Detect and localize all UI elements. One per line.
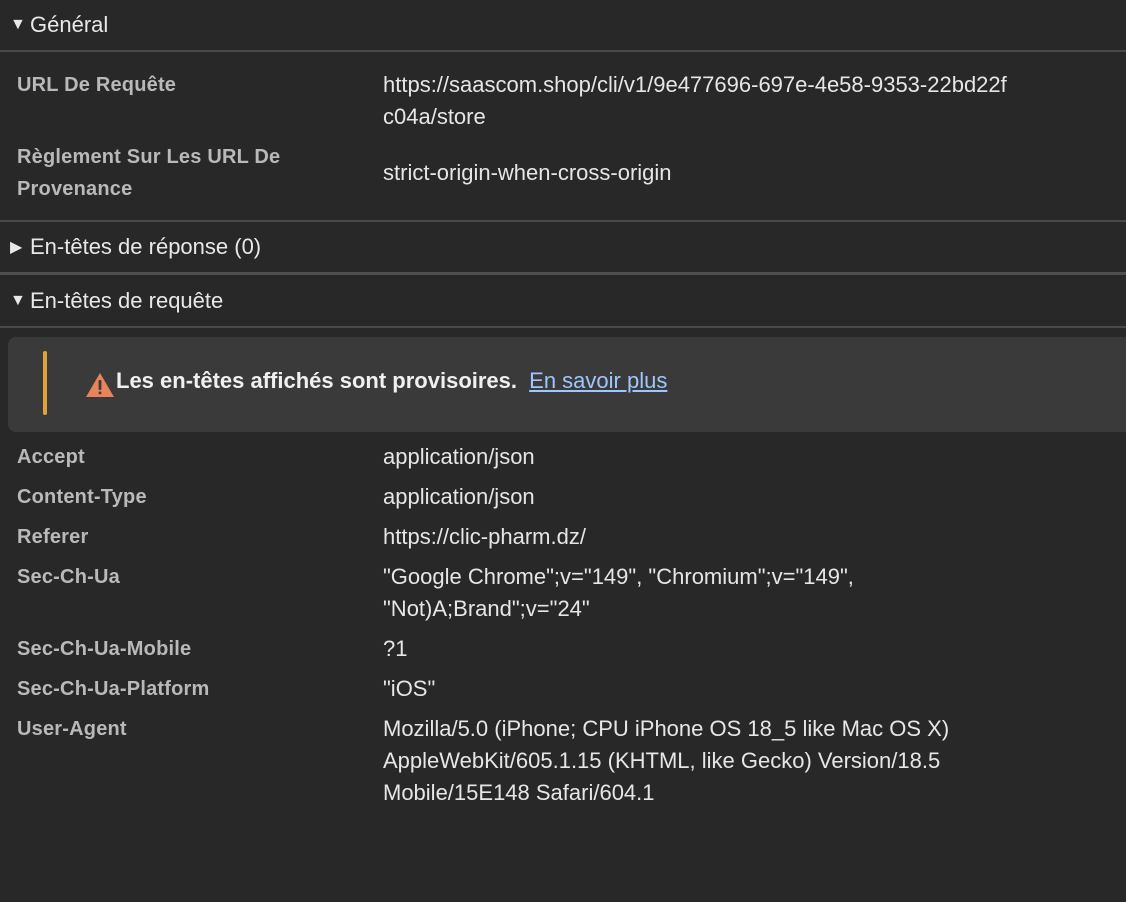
triangle-right-icon: ▶ [10, 239, 23, 256]
warning-accent-bar [43, 351, 47, 415]
section-title: En-têtes de réponse (0) [30, 234, 262, 259]
header-value: application/json [383, 444, 535, 469]
triangle-down-icon: ▼ [10, 292, 26, 309]
header-value: https://saascom.shop/cli/v1/9e477696-697… [383, 72, 1007, 129]
header-value: "Google Chrome";v="149", "Chromium";v="1… [383, 564, 854, 621]
section-title: Général [30, 12, 109, 37]
divider [0, 50, 1126, 52]
provisional-headers-banner: Les en-têtes affichés sont provisoires. … [8, 337, 1126, 432]
divider [0, 326, 1126, 328]
header-key: User-Agent [17, 718, 127, 740]
header-value: application/json [383, 484, 535, 509]
header-key: Content-Type [17, 486, 147, 508]
section-title: En-têtes de requête [30, 288, 224, 313]
header-key: Sec-Ch-Ua [17, 566, 120, 588]
header-key: URL De Requête [17, 74, 177, 96]
header-key: Referer [17, 526, 89, 548]
warning-text: Les en-têtes affichés sont provisoires. [116, 368, 518, 393]
header-value: Mozilla/5.0 (iPhone; CPU iPhone OS 18_5 … [383, 716, 950, 805]
header-value: strict-origin-when-cross-origin [383, 160, 672, 185]
header-key: Règlement Sur Les URL De Provenance [17, 146, 281, 200]
header-value: ?1 [383, 636, 408, 661]
header-key: Sec-Ch-Ua-Platform [17, 678, 210, 700]
section-general-header[interactable]: ▼ Général [0, 0, 1126, 50]
triangle-down-icon: ▼ [10, 16, 26, 33]
learn-more-link[interactable]: En savoir plus [529, 368, 667, 393]
divider [0, 272, 1126, 275]
header-value: https://clic-pharm.dz/ [383, 524, 586, 549]
section-request-headers-header[interactable]: ▼ En-têtes de requête [0, 276, 1126, 326]
header-value: "iOS" [383, 676, 436, 701]
warning-message: Les en-têtes affichés sont provisoires. … [116, 368, 667, 394]
section-response-headers-header[interactable]: ▶ En-têtes de réponse (0) [0, 222, 1126, 272]
header-key: Accept [17, 446, 85, 468]
warning-icon [86, 373, 114, 397]
header-key: Sec-Ch-Ua-Mobile [17, 638, 192, 660]
